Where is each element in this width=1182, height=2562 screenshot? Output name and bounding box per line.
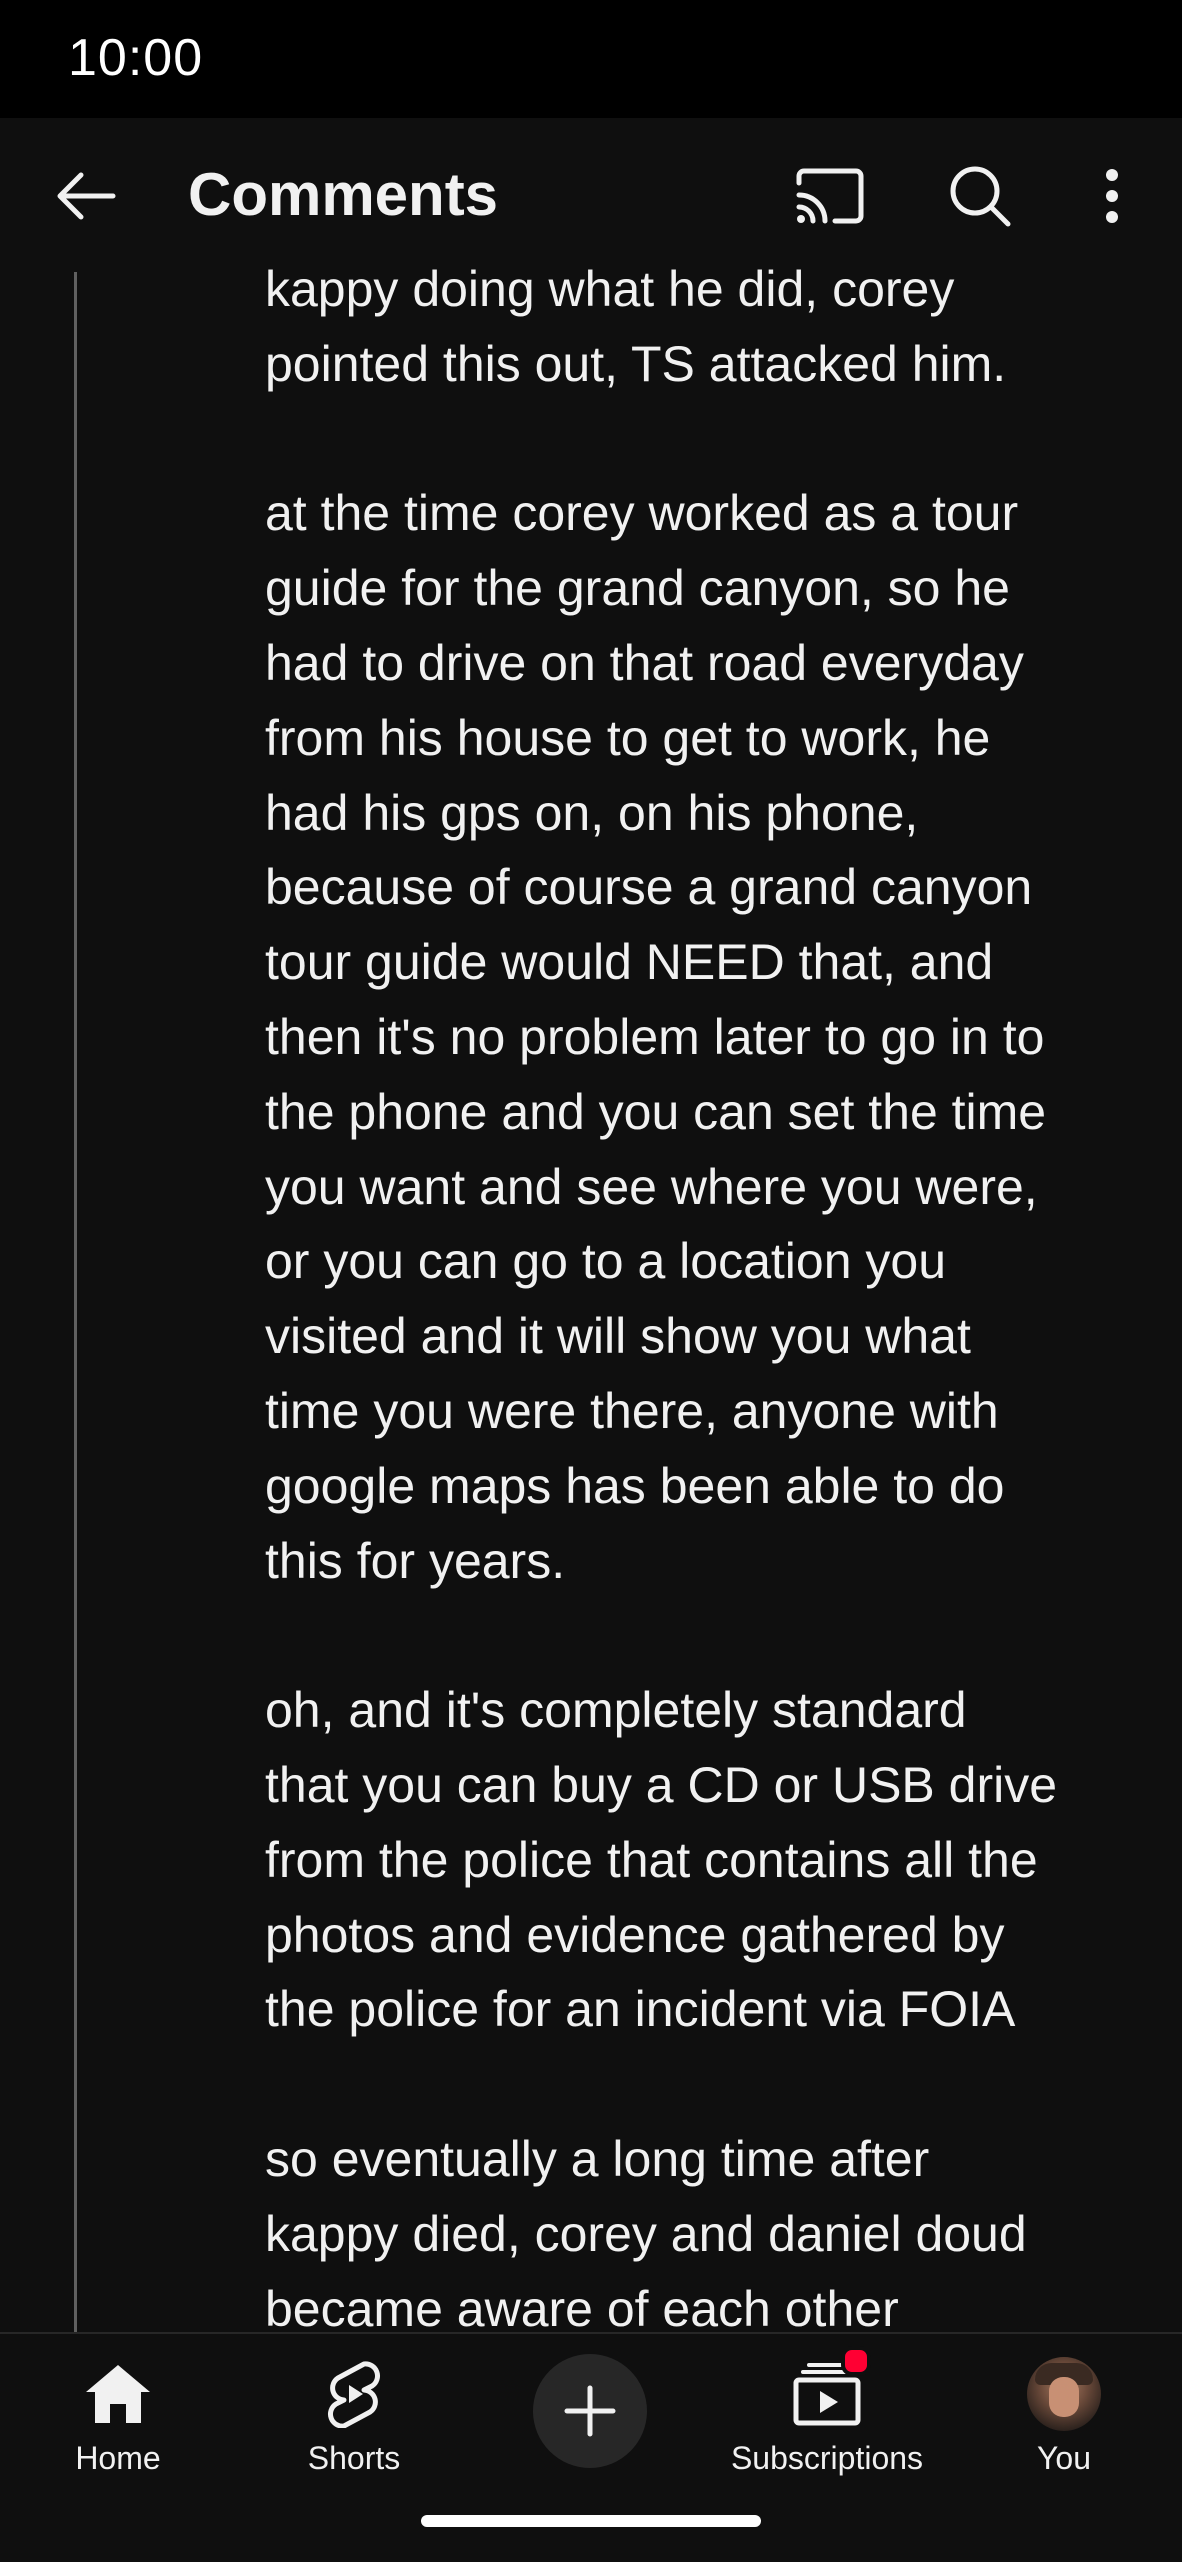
nav-home-label: Home (75, 2440, 161, 2476)
page-title: Comments (188, 161, 499, 228)
nav-subscriptions-label: Subscriptions (730, 2440, 924, 2476)
nav-you-label: You (1037, 2440, 1091, 2476)
nav-home[interactable]: Home (0, 2356, 236, 2477)
comment-line: became aware of each other (265, 2280, 899, 2332)
cast-icon (796, 168, 864, 224)
comment-line: so eventually a long time after (265, 2130, 930, 2187)
search-button[interactable] (942, 158, 1018, 234)
cast-button[interactable] (792, 158, 868, 234)
comment-line: photos and evidence gathered by (265, 1906, 1005, 1963)
bottom-nav: Home Shorts Subscriptions You (0, 2332, 1182, 2562)
comment-line: at the time corey worked as a tour (265, 485, 1019, 542)
comment-line: the phone and you can set the time (265, 1083, 1047, 1140)
avatar (1027, 2357, 1101, 2431)
comment-line: you want and see where you were, (265, 1158, 1038, 1215)
comment-line: google maps has been able to do (265, 1457, 1005, 1514)
app-header: Comments (0, 118, 1182, 272)
comment-line: kappy doing what he did, corey (265, 261, 955, 317)
shorts-icon (328, 2361, 380, 2428)
more-vert-icon (1106, 169, 1118, 223)
status-time: 10:00 (68, 29, 204, 87)
notification-badge (841, 2346, 871, 2376)
back-arrow-icon (57, 172, 116, 220)
comment-line: because of course a grand canyon (265, 859, 1033, 916)
comment-line: guide for the grand canyon, so he (265, 560, 1010, 617)
comment-line: then it's no problem later to go in to (265, 1008, 1045, 1065)
comment-line: had his gps on, on his phone, (265, 784, 919, 841)
thread-line (74, 272, 77, 2332)
nav-you[interactable]: You (946, 2356, 1182, 2477)
comment-line: that you can buy a CD or USB drive (265, 1756, 1058, 1813)
comment-text: kappy doing what he did, corey pointed th… (265, 252, 1125, 2332)
create-plus-icon (564, 2385, 616, 2437)
comment-line: from the police that contains all the (265, 1831, 1038, 1888)
comment-line: the police for an incident via FOIA (265, 1981, 1016, 2038)
comment-line: kappy died, corey and daniel doud (265, 2205, 1027, 2262)
comment-line: pointed this out, TS attacked him. (265, 335, 1007, 392)
more-options-button[interactable] (1074, 158, 1150, 234)
search-icon (950, 166, 1011, 227)
create-button[interactable] (533, 2354, 647, 2468)
comment-line: or you can go to a location you (265, 1233, 947, 1290)
comment-line: visited and it will show you what (265, 1308, 971, 1365)
comment-line: tour guide would NEED that, and (265, 934, 994, 991)
home-icon (86, 2365, 150, 2423)
comment-line: oh, and it's completely standard (265, 1682, 967, 1739)
comment-line: from his house to get to work, he (265, 709, 991, 766)
nav-subscriptions[interactable]: Subscriptions (709, 2346, 945, 2477)
back-button[interactable] (48, 158, 124, 234)
comment-line: had to drive on that road everyday (265, 634, 1024, 691)
nav-shorts-label: Shorts (307, 2440, 401, 2476)
comment-line: time you were there, anyone with (265, 1382, 999, 1439)
nav-shorts[interactable]: Shorts (236, 2356, 472, 2477)
status-bar: 10:00 (0, 0, 1182, 118)
comment-line: this for years. (265, 1532, 566, 1589)
home-indicator (421, 2515, 761, 2527)
